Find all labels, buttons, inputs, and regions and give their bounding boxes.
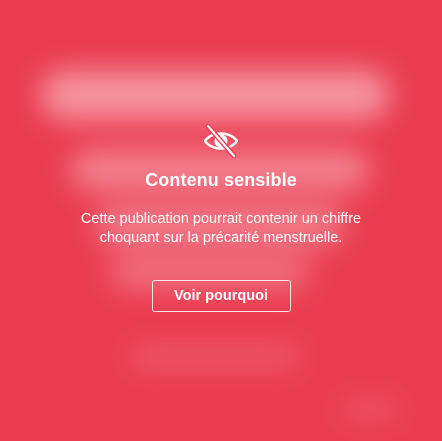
overlay-title: Contenu sensible — [145, 170, 297, 190]
sensitive-content-overlay: Contenu sensible Cette publication pourr… — [0, 0, 442, 441]
eye-slash-icon — [203, 124, 239, 158]
sensitive-content-card: Contenu sensible Cette publication pourr… — [0, 0, 442, 441]
see-why-button[interactable]: Voir pourquoi — [151, 280, 291, 312]
overlay-description: Cette publication pourrait contenir un c… — [80, 211, 362, 246]
